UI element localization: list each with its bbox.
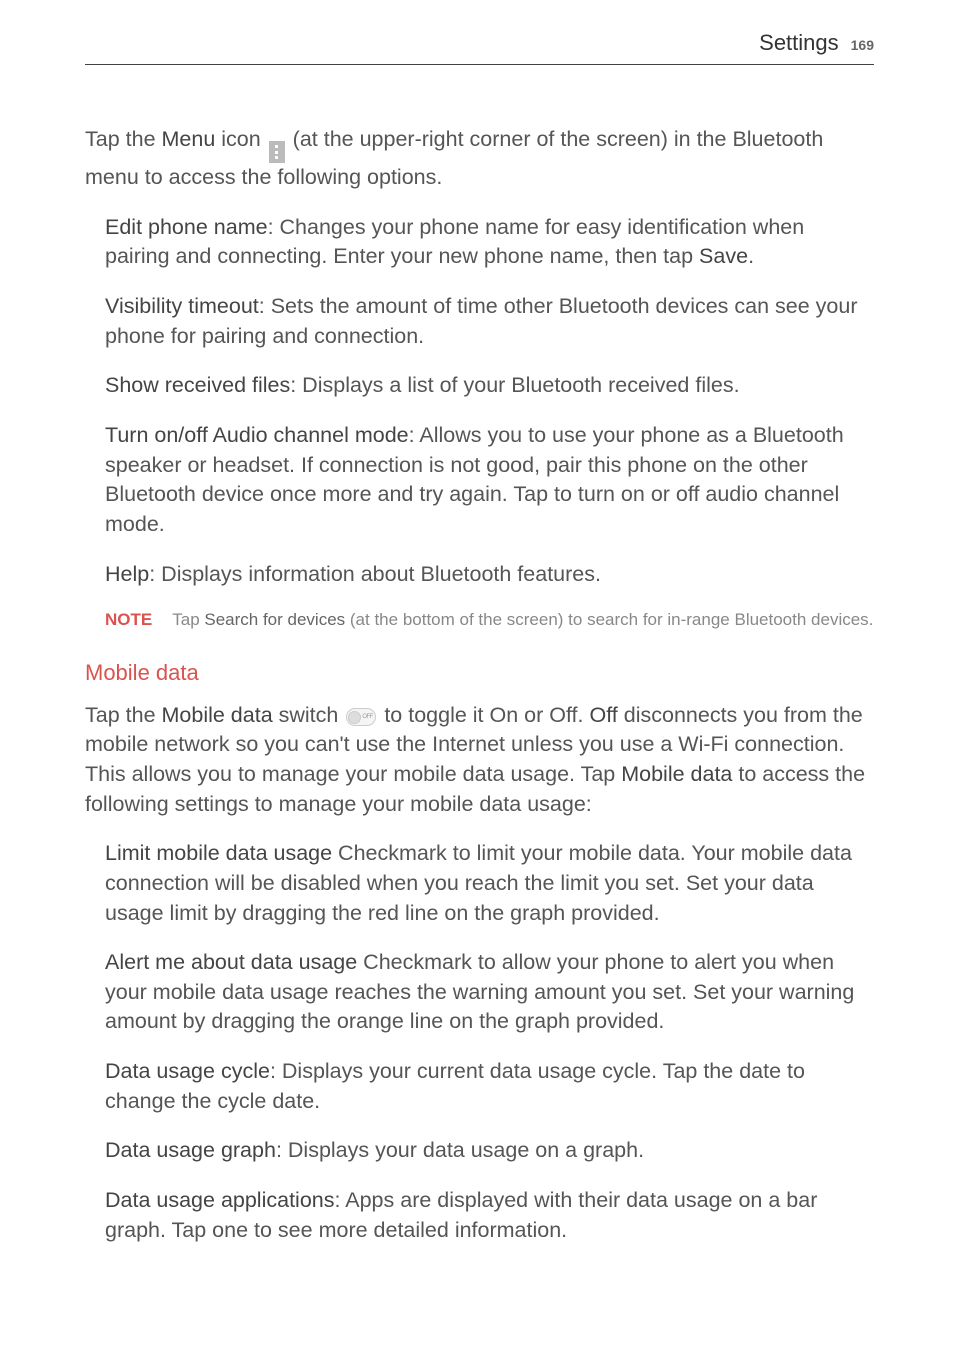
intro-paragraph: Tap the Menu icon (at the upper-right co… — [85, 125, 874, 192]
item-alert-data-usage: Alert me about data usage Checkmark to a… — [105, 948, 874, 1037]
intro-pre: Tap the — [85, 127, 162, 151]
item-tail: . — [748, 244, 754, 268]
s2-mid2: to toggle it On or Off. — [378, 703, 589, 727]
intro-menu-bold: Menu — [162, 127, 216, 151]
note-pre: Tap — [172, 610, 204, 629]
item-bold: Edit phone name — [105, 215, 268, 239]
section-mobile-data-title: Mobile data — [85, 658, 874, 688]
item-visibility-timeout: Visibility timeout: Sets the amount of t… — [105, 292, 874, 351]
item-text: : Displays information about Bluetooth f… — [149, 562, 601, 586]
note-label: NOTE — [105, 609, 152, 632]
item-bold: Turn on/off Audio channel mode — [105, 423, 409, 447]
item-bold2: Save — [699, 244, 748, 268]
note-bold: Search for devices — [204, 610, 345, 629]
toggle-off-icon: OFF — [346, 708, 376, 726]
item-text: : Displays a list of your Bluetooth rece… — [290, 373, 739, 397]
s2-mid1: switch — [273, 703, 345, 727]
page-number: 169 — [851, 36, 874, 55]
s2-pre: Tap the — [85, 703, 162, 727]
item-bold: Limit mobile data usage — [105, 841, 332, 865]
item-bold: Alert me about data usage — [105, 950, 357, 974]
item-limit-mobile-data: Limit mobile data usage Checkmark to lim… — [105, 839, 874, 928]
item-bold: Data usage graph — [105, 1138, 276, 1162]
item-bold: Data usage cycle — [105, 1059, 270, 1083]
s2-b2: Off — [589, 703, 617, 727]
note-text: Tap Search for devices (at the bottom of… — [172, 609, 873, 632]
item-edit-phone-name: Edit phone name: Changes your phone name… — [105, 213, 874, 272]
mobile-data-intro: Tap the Mobile data switch OFF to toggle… — [85, 701, 874, 820]
page-header: Settings 169 — [85, 28, 874, 65]
item-bold: Show received files — [105, 373, 290, 397]
note-post: (at the bottom of the screen) to search … — [345, 610, 873, 629]
item-audio-channel-mode: Turn on/off Audio channel mode: Allows y… — [105, 421, 874, 540]
item-data-usage-cycle: Data usage cycle: Displays your current … — [105, 1057, 874, 1116]
header-title: Settings — [759, 28, 839, 58]
note-block: NOTE Tap Search for devices (at the bott… — [105, 609, 874, 632]
item-bold: Data usage applications — [105, 1188, 335, 1212]
s2-b3: Mobile data — [621, 762, 732, 786]
item-text: : Displays your data usage on a graph. — [276, 1138, 644, 1162]
item-bold: Visibility timeout — [105, 294, 259, 318]
item-bold: Help — [105, 562, 149, 586]
item-help: Help: Displays information about Bluetoo… — [105, 560, 874, 590]
item-data-usage-graph: Data usage graph: Displays your data usa… — [105, 1136, 874, 1166]
s2-b1: Mobile data — [162, 703, 273, 727]
item-data-usage-applications: Data usage applications: Apps are displa… — [105, 1186, 874, 1245]
menu-overflow-icon — [269, 141, 285, 163]
intro-mid: icon — [215, 127, 266, 151]
item-show-received-files: Show received files: Displays a list of … — [105, 371, 874, 401]
